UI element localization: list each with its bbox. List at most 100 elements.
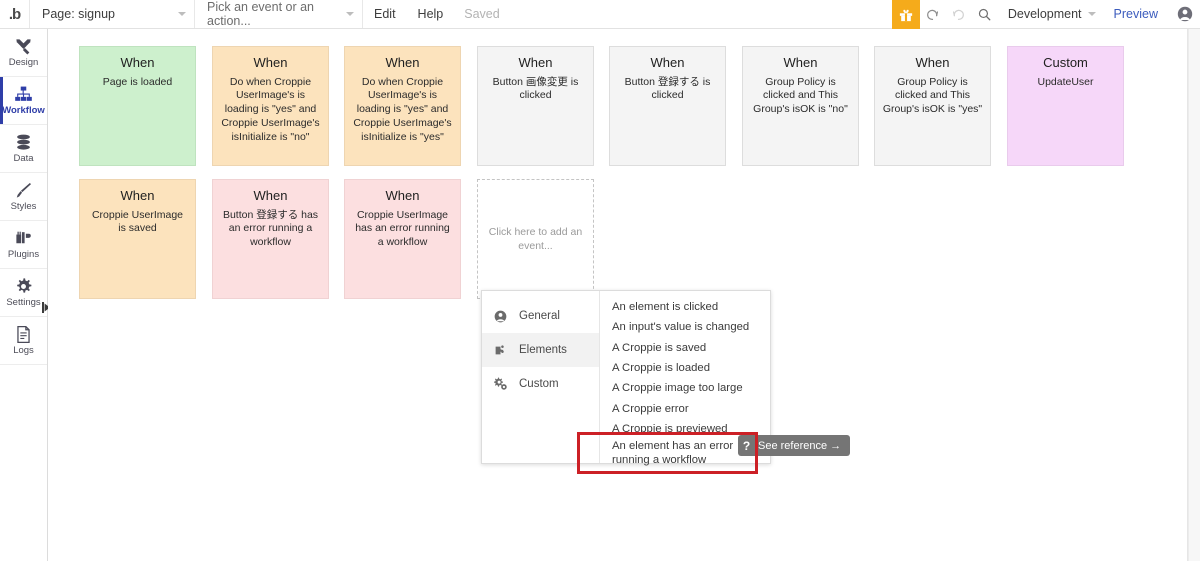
workflow-card-title: When	[120, 188, 155, 203]
workflow-event-card[interactable]: When Croppie UserImage is saved	[79, 179, 196, 299]
gift-icon	[899, 9, 912, 21]
workflow-event-card[interactable]: When Croppie UserImage has an error runni…	[344, 179, 461, 299]
workflow-card-title: When	[518, 55, 553, 70]
workflow-card-title: When	[120, 55, 155, 70]
workflow-card-title: When	[385, 188, 420, 203]
event-picker-categories: General Elements Custom	[482, 291, 600, 463]
sidebar-item-label: Styles	[10, 201, 37, 213]
edit-menu-label: Edit	[374, 7, 396, 21]
help-menu[interactable]: Help	[407, 0, 455, 28]
sidebar-item-label: Workflow	[2, 105, 45, 117]
search-icon	[979, 8, 991, 21]
sidebar-item-label: Plugins	[7, 249, 40, 261]
workflow-card-description: Croppie UserImage is saved	[91, 208, 184, 235]
edit-menu[interactable]: Edit	[363, 0, 407, 28]
preview-button-label: Preview	[1113, 7, 1158, 21]
event-category-custom[interactable]: Custom	[482, 367, 599, 401]
sidebar-item-styles[interactable]: Styles	[0, 173, 47, 221]
event-picker-popup: General Elements Custom An element is cl…	[481, 290, 771, 466]
workflow-card-description: Croppie UserImage has an error running a…	[355, 208, 450, 249]
see-reference-label: See reference →	[758, 439, 842, 452]
workflow-event-card[interactable]: When Group Policy is clicked and This Gro…	[742, 46, 859, 166]
vertical-scrollbar[interactable]	[1188, 29, 1200, 561]
workflow-card-title: When	[253, 55, 288, 70]
workflow-icon	[15, 86, 32, 102]
save-status-label: Saved	[464, 7, 500, 21]
event-option-item[interactable]: A Croppie is saved	[600, 338, 770, 358]
left-sidebar: Design Workflow Data Styles Plugins Sett…	[0, 29, 50, 561]
workflow-event-card[interactable]: Custom UpdateUser	[1007, 46, 1124, 166]
workflow-event-card[interactable]: When Button 画像変更 is clicked	[477, 46, 594, 166]
workflow-card-description: UpdateUser	[1037, 75, 1094, 88]
design-tools-icon	[16, 39, 31, 55]
workflow-card-description: Button 画像変更 is clicked	[492, 75, 579, 102]
workflow-event-card[interactable]: When Do when Croppie UserImage's is loadi…	[344, 46, 461, 166]
user-avatar[interactable]	[1170, 0, 1200, 28]
preview-button[interactable]: Preview	[1102, 0, 1170, 28]
event-category-label: General	[519, 310, 560, 322]
event-option-label: A Croppie is loaded	[612, 362, 710, 375]
undo-icon	[927, 9, 939, 20]
event-category-general[interactable]: General	[482, 299, 599, 333]
chevron-down-icon	[346, 12, 354, 16]
workflow-event-card[interactable]: When Button 登録する has an error running a w…	[212, 179, 329, 299]
sidebar-item-settings[interactable]: Settings	[0, 269, 47, 317]
plugins-icon	[16, 231, 31, 244]
event-option-label: An element is clicked	[612, 301, 719, 314]
workflow-card-description: Do when Croppie UserImage's is loading i…	[221, 75, 320, 144]
event-option-label: A Croppie image too large	[612, 382, 743, 395]
workflow-card-title: When	[385, 55, 420, 70]
redo-icon	[953, 9, 965, 20]
event-option-item[interactable]: An input's value is changed	[600, 317, 770, 337]
workflow-event-card[interactable]: When Group Policy is clicked and This Gro…	[874, 46, 991, 166]
chevron-down-icon	[1087, 12, 1096, 16]
event-option-item[interactable]: An element is clicked	[600, 297, 770, 317]
bubble-logo[interactable]: .b	[0, 0, 30, 28]
sidebar-item-plugins[interactable]: Plugins	[0, 221, 47, 269]
search-button[interactable]	[972, 0, 998, 29]
workflow-card-title: Custom	[1043, 55, 1088, 70]
redo-button[interactable]	[946, 0, 972, 29]
sidebar-item-data[interactable]: Data	[0, 125, 47, 173]
add-event-placeholder-card[interactable]: Click here to add an event...	[477, 179, 594, 299]
workflow-card-title: When	[650, 55, 685, 70]
user-circle-icon	[493, 310, 508, 323]
event-option-label: A Croppie is previewed	[612, 422, 728, 435]
question-mark-icon: ?	[742, 438, 751, 453]
user-avatar-icon	[1177, 6, 1193, 22]
gift-button[interactable]	[891, 0, 920, 29]
event-option-label: An input's value is changed	[612, 321, 750, 334]
version-selector-label: Development	[1007, 7, 1082, 21]
chevron-down-icon	[178, 12, 186, 16]
sidebar-item-label: Design	[8, 57, 39, 69]
sidebar-item-design[interactable]: Design	[0, 29, 47, 77]
sidebar-item-label: Settings	[6, 297, 41, 309]
action-selector[interactable]: Pick an event or an action...	[195, 0, 363, 28]
event-option-item[interactable]: A Croppie is loaded	[600, 358, 770, 378]
workflow-card-title: When	[783, 55, 818, 70]
plugin-block-icon	[493, 344, 508, 357]
event-option-label: A Croppie is saved	[612, 341, 707, 354]
workflow-event-card[interactable]: When Button 登録する is clicked	[609, 46, 726, 166]
version-selector[interactable]: Development	[998, 0, 1102, 28]
workflow-card-description: Button 登録する has an error running a workf…	[222, 208, 319, 249]
logs-document-icon	[17, 326, 30, 344]
undo-button[interactable]	[920, 0, 946, 29]
action-selector-label: Pick an event or an action...	[207, 0, 315, 28]
sidebar-item-workflow[interactable]: Workflow	[0, 77, 47, 125]
workflow-card-title: When	[915, 55, 950, 70]
sidebar-item-logs[interactable]: Logs	[0, 317, 47, 365]
event-option-item[interactable]: A Croppie image too large	[600, 378, 770, 398]
event-option-item[interactable]: A Croppie error	[600, 398, 770, 418]
save-status: Saved	[454, 0, 509, 28]
page-selector[interactable]: Page: signup	[30, 0, 195, 28]
workflow-card-description: Page is loaded	[102, 75, 173, 88]
workflow-event-card[interactable]: When Do when Croppie UserImage's is loadi…	[212, 46, 329, 166]
workflow-card-description: Group Policy is clicked and This Group's…	[882, 75, 983, 116]
sidebar-item-label: Data	[13, 153, 34, 165]
see-reference-tooltip[interactable]: ? See reference →	[738, 435, 851, 456]
workflow-card-description: Do when Croppie UserImage's is loading i…	[353, 75, 452, 144]
event-category-elements[interactable]: Elements	[482, 333, 599, 367]
workflow-event-card[interactable]: When Page is loaded	[79, 46, 196, 166]
